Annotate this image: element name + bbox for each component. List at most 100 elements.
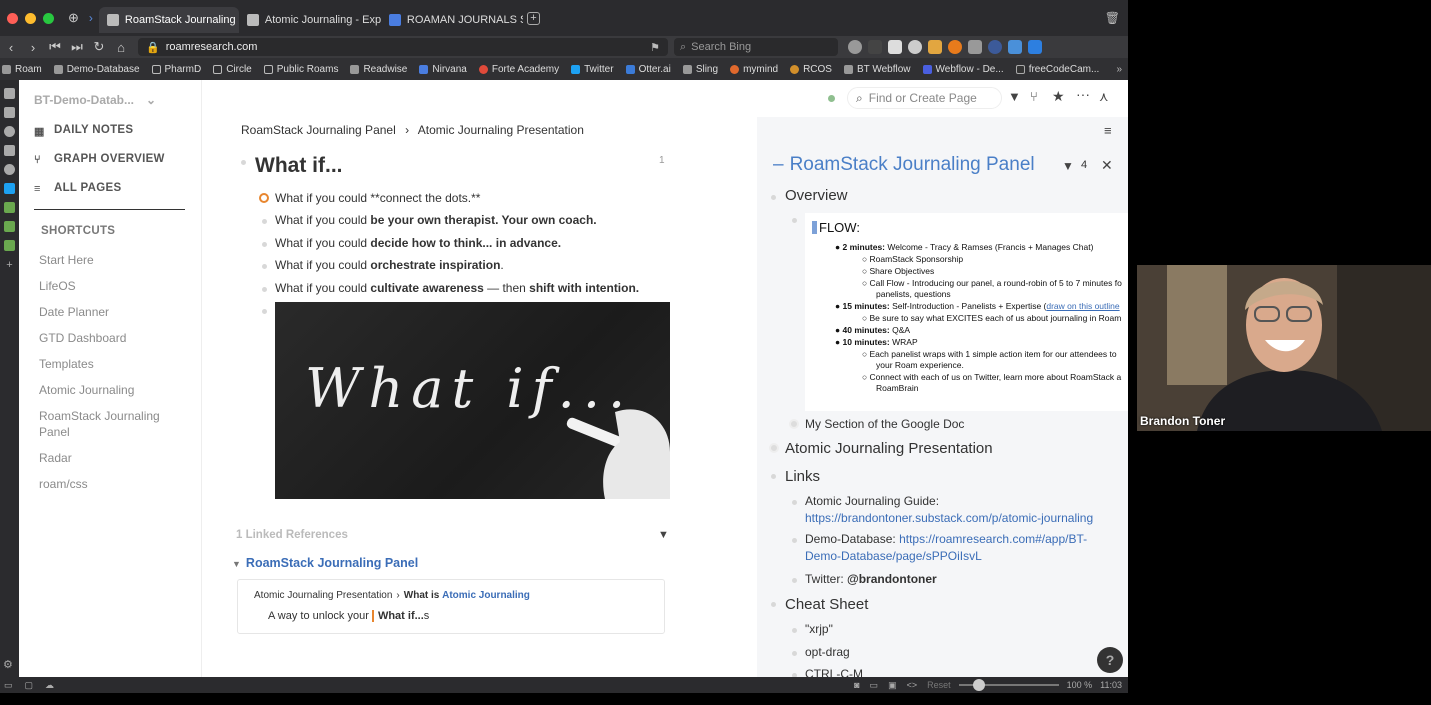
reload-button[interactable]: ↻ (88, 39, 110, 55)
panel-icon[interactable] (4, 221, 15, 232)
cloud-icon[interactable]: ☁ (45, 680, 54, 691)
bookmark-item[interactable]: Forte Academy (478, 64, 559, 75)
linked-references-title[interactable]: 1 Linked References (236, 529, 348, 541)
zoom-slider[interactable] (958, 679, 1059, 691)
block-overview[interactable]: Overview (785, 187, 848, 204)
demo-link[interactable]: Demo-Database/page/sPPOiIsvL (805, 549, 982, 563)
block-bullet[interactable] (792, 578, 797, 583)
extension-icon[interactable] (988, 40, 1002, 54)
bookmark-item[interactable]: Sling (682, 64, 718, 75)
window-icon[interactable]: ▭ (870, 680, 879, 691)
block-bullet[interactable] (792, 628, 797, 633)
bookmark-item[interactable]: Webflow - De... (922, 64, 1004, 75)
panel-icon[interactable] (4, 240, 15, 251)
tab-roaman-journals[interactable]: ROAMAN JOURNALS SU (381, 7, 523, 33)
nav-graph-overview[interactable]: ⑂ GRAPH OVERVIEW (34, 153, 165, 166)
extension-icon[interactable] (1028, 40, 1042, 54)
chevron-right-icon[interactable]: › (89, 11, 93, 25)
reference-group[interactable]: ▼ RoamStack Journaling Panel (232, 556, 418, 570)
window-icon[interactable]: ▢ (25, 680, 34, 691)
block-twitter[interactable]: Twitter: @brandontoner (805, 572, 937, 586)
extension-icon[interactable] (928, 40, 942, 54)
block-bullet[interactable] (792, 218, 797, 223)
minimize-window-button[interactable] (25, 12, 36, 24)
block-links[interactable]: Links (785, 468, 820, 485)
shortcut-start-here[interactable]: Start Here (39, 252, 179, 268)
block-bullet[interactable] (241, 160, 246, 165)
graph-icon[interactable]: ⑂ (1030, 89, 1038, 104)
reference-block[interactable]: A way to unlock your What if...s (268, 610, 429, 622)
twitter-icon[interactable] (4, 183, 15, 194)
block-cheat-item[interactable]: opt-drag (805, 645, 850, 659)
bookmark-folder[interactable]: Circle (213, 64, 252, 75)
bookmark-item[interactable]: Nirvana (419, 64, 467, 75)
settings-icon[interactable]: ⚙ (3, 658, 13, 671)
block-cheat-sheet[interactable]: Cheat Sheet (785, 596, 868, 613)
shortcut-roamstack-panel[interactable]: RoamStack Journaling Panel (39, 408, 174, 440)
extension-icon[interactable] (868, 40, 882, 54)
right-panel-title[interactable]: – RoamStack Journaling Panel (773, 154, 1035, 176)
bookmark-item[interactable]: mymind (730, 64, 778, 75)
search-field[interactable]: ⌕ Search Bing (674, 38, 838, 56)
outline-link[interactable]: draw on this outline (1046, 301, 1119, 311)
globe-icon[interactable]: ⊕ (68, 10, 79, 26)
block-cheat-item[interactable]: "xrjp" (805, 622, 833, 636)
nav-all-pages[interactable]: ≡ ALL PAGES (34, 182, 121, 195)
shortcut-templates[interactable]: Templates (39, 356, 179, 372)
zoom-reset-button[interactable]: Reset (927, 680, 951, 690)
bookmark-icon[interactable] (4, 88, 15, 99)
bookmark-folder[interactable]: PharmD (151, 64, 201, 75)
bookmark-item[interactable]: Roam (2, 64, 42, 75)
maximize-window-button[interactable] (43, 12, 54, 24)
shortcut-atomic-journaling[interactable]: Atomic Journaling (39, 382, 179, 398)
panel-icon[interactable] (4, 164, 15, 175)
block-bullet[interactable] (789, 419, 799, 429)
breadcrumb-item[interactable]: RoamStack Journaling Panel (241, 123, 396, 137)
block-bullet[interactable] (262, 309, 267, 314)
extension-icon[interactable] (908, 40, 922, 54)
code-icon[interactable]: <> (907, 680, 918, 690)
filter-icon[interactable]: ▼ (1008, 89, 1021, 104)
notes-icon[interactable] (4, 145, 15, 156)
bookmark-item[interactable]: Twitter (571, 64, 614, 75)
filter-icon[interactable]: ▼ (1062, 159, 1074, 173)
sidebar-toggle-icon[interactable]: ⋏ (1099, 89, 1109, 105)
block-bullet[interactable] (771, 602, 776, 607)
star-icon[interactable]: ★ (1052, 88, 1065, 105)
page-link[interactable]: Atomic Journaling (442, 590, 530, 601)
demo-link[interactable]: https://roamresearch.com#/app/BT- (899, 532, 1087, 546)
block-bullet[interactable] (262, 287, 267, 292)
graph-switcher[interactable]: BT-Demo-Datab... ⌄ (34, 93, 156, 107)
block-text[interactable]: What if you could orchestrate inspiratio… (275, 258, 504, 272)
block-bullet[interactable] (769, 443, 779, 453)
tab-atomic-journaling[interactable]: Atomic Journaling - Expan (239, 7, 381, 33)
filter-icon[interactable]: ▼ (658, 529, 669, 541)
bookmark-item[interactable]: Readwise (350, 64, 407, 75)
block-bullet[interactable] (792, 651, 797, 656)
shortcut-lifeos[interactable]: LifeOS (39, 278, 179, 294)
nav-daily-notes[interactable]: ▦ DAILY NOTES (34, 124, 133, 138)
block-atomic-presentation[interactable]: Atomic Journaling Presentation (785, 440, 993, 457)
extension-icon[interactable] (968, 40, 982, 54)
block-demo-database[interactable]: Demo-Database: https://roamresearch.com#… (805, 532, 1087, 546)
panel-icon[interactable] (4, 202, 15, 213)
block-text[interactable]: What if you could cultivate awareness — … (275, 281, 639, 295)
block-bullet[interactable] (792, 538, 797, 543)
camera-icon[interactable]: ◙ (854, 680, 859, 690)
tab-roamstack[interactable]: RoamStack Journaling Pa (98, 7, 239, 33)
trash-icon[interactable]: 🗑 (1105, 11, 1120, 25)
block-bullet[interactable] (262, 242, 267, 247)
menu-icon[interactable]: ≡ (1104, 123, 1112, 138)
block-guide-label[interactable]: Atomic Journaling Guide: (805, 494, 939, 508)
last-button[interactable]: ⏭ (66, 39, 88, 55)
forward-button[interactable]: › (22, 40, 44, 55)
page-title[interactable]: What if... (255, 154, 343, 178)
guide-link[interactable]: https://brandontoner.substack.com/p/atom… (805, 511, 1093, 525)
bookmark-folder[interactable]: Public Roams (263, 64, 338, 75)
bookmark-icon[interactable]: ⚑ (650, 41, 660, 54)
more-icon[interactable]: ··· (1076, 86, 1090, 102)
close-window-button[interactable] (7, 12, 18, 24)
breadcrumb-item[interactable]: Atomic Journaling Presentation (418, 123, 584, 137)
shortcut-date-planner[interactable]: Date Planner (39, 304, 179, 320)
reference-count[interactable]: 4 (1081, 159, 1087, 171)
